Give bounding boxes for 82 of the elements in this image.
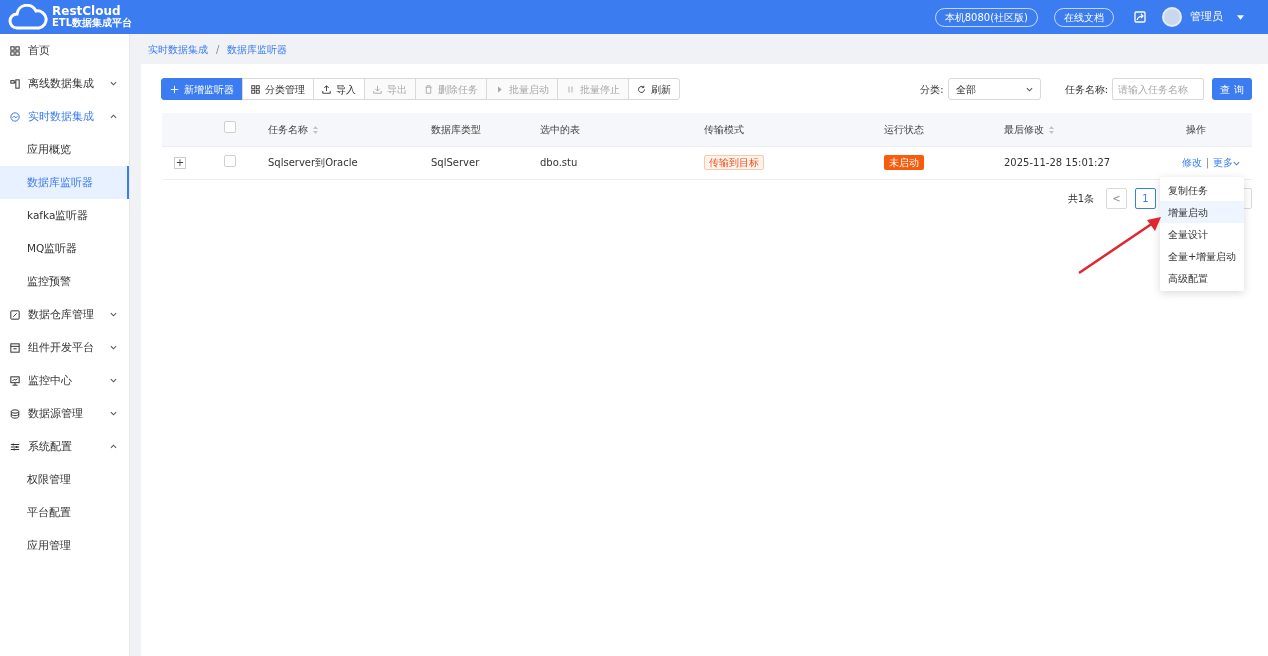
menu-item[interactable]: 全量设计 — [1160, 223, 1244, 245]
task-name-label: 任务名称: — [1064, 82, 1108, 97]
sidebar-item[interactable]: 系统配置 — [28, 438, 102, 455]
toolbar-button[interactable]: 导入 — [313, 78, 365, 100]
column-header: 操作 — [1186, 123, 1206, 135]
gauge-icon — [10, 111, 20, 122]
column-header: 数据库类型 — [431, 123, 481, 135]
expand-button[interactable]: + — [174, 157, 186, 169]
toolbar-button[interactable]: 刷新 — [628, 78, 680, 100]
previous-page-button[interactable]: < — [1106, 187, 1127, 209]
toolbar-button[interactable]: 分类管理 — [242, 78, 314, 100]
edit-icon — [10, 309, 20, 320]
database-icon — [10, 408, 20, 419]
breadcrumb-link[interactable]: 数据库监听器 — [227, 41, 288, 57]
page-button[interactable]: 1 — [1135, 187, 1156, 209]
row-checkbox[interactable] — [224, 154, 236, 167]
menu-item[interactable]: 高级配置 — [1160, 267, 1244, 289]
task-name-field[interactable]: 请输入任务名称 — [1112, 78, 1204, 100]
monitor-icon — [10, 375, 20, 386]
chevron-down-icon — [1025, 85, 1033, 93]
grid-icon — [251, 84, 260, 94]
category-select[interactable]: 全部 — [947, 78, 1041, 100]
logo-subtitle: ETL数据集成平台 — [52, 17, 133, 29]
mode-tag: 传输到目标 — [704, 155, 764, 170]
select-all-checkbox[interactable] — [224, 121, 236, 134]
sidebar-item[interactable]: 首页 — [28, 42, 119, 59]
caret-icon[interactable] — [1237, 14, 1244, 20]
column-header: 运行状态 — [884, 123, 924, 135]
trash-icon — [424, 84, 433, 94]
total-count: 共1条 — [1067, 191, 1094, 206]
edit-link[interactable]: 修改 — [1181, 157, 1202, 168]
status-badge: 未启动 — [884, 155, 924, 170]
column-header: 传输模式 — [704, 123, 744, 135]
sidebar-item[interactable]: 数据源管理 — [28, 405, 102, 422]
sidebar-subitem[interactable]: MQ监听器 — [0, 232, 129, 265]
window-icon — [10, 342, 20, 353]
sidebar-subitem[interactable]: 应用概览 — [0, 133, 129, 166]
sidebar-item[interactable]: 监控中心 — [28, 372, 102, 389]
download-icon — [373, 84, 382, 94]
sidebar-subitem[interactable]: kafka监听器 — [0, 199, 129, 232]
table-cell: SqlServer — [431, 157, 480, 168]
table-cell: dbo.stu — [540, 157, 578, 168]
share-icon[interactable] — [1134, 11, 1146, 23]
table-cell: 2025-11-28 15:01:27 — [1004, 157, 1111, 168]
toolbar-button[interactable]: 新增监听器 — [161, 78, 243, 100]
play-icon — [495, 84, 504, 94]
sort-icon[interactable] — [313, 125, 318, 134]
breadcrumb-link[interactable]: 实时数据集成 — [148, 41, 208, 57]
refresh-icon — [637, 84, 646, 94]
grid-icon — [10, 45, 20, 56]
sidebar-subitem[interactable]: 数据库监听器 — [0, 166, 129, 199]
category-label: 分类: — [920, 82, 944, 97]
sort-icon[interactable] — [1049, 125, 1054, 134]
sidebar-subitem[interactable]: 监控预警 — [0, 265, 129, 298]
column-header: 最后修改 — [1004, 123, 1044, 135]
link-divider: | — [1205, 157, 1209, 168]
chevron-down-icon — [1233, 159, 1240, 167]
more-link[interactable]: 更多 — [1213, 157, 1233, 168]
menu-item[interactable]: 增量启动 — [1160, 201, 1244, 223]
column-header: 任务名称 — [268, 123, 308, 135]
sliders-icon — [10, 441, 20, 452]
search-button[interactable]: 查 询 — [1212, 78, 1252, 100]
plus-icon — [170, 84, 179, 94]
pause-icon — [566, 84, 575, 94]
menu-item[interactable]: 全量+增量启动 — [1160, 245, 1244, 267]
sidebar-item[interactable]: 实时数据集成 — [28, 108, 102, 125]
logo-title: RestCloud — [52, 5, 121, 17]
sidebar-subitem[interactable]: 平台配置 — [0, 496, 129, 529]
sidebar-subitem[interactable]: 权限管理 — [0, 463, 129, 496]
column-header: 选中的表 — [540, 123, 580, 135]
breadcrumb-separator: / — [216, 42, 220, 57]
upload-icon — [322, 84, 331, 94]
menu-item[interactable]: 复制任务 — [1160, 179, 1244, 201]
flow-icon — [10, 78, 20, 89]
sidebar-item[interactable]: 数据仓库管理 — [28, 306, 102, 323]
sidebar-item[interactable]: 离线数据集成 — [28, 75, 102, 92]
table-cell: Sqlserver到Oracle — [268, 157, 358, 168]
sidebar-item[interactable]: 组件开发平台 — [28, 339, 102, 356]
cloud-logo-icon — [8, 4, 48, 30]
sidebar-subitem[interactable]: 应用管理 — [0, 529, 129, 562]
avatar-icon — [1162, 7, 1182, 27]
user-name[interactable]: 管理员 — [1190, 9, 1223, 25]
